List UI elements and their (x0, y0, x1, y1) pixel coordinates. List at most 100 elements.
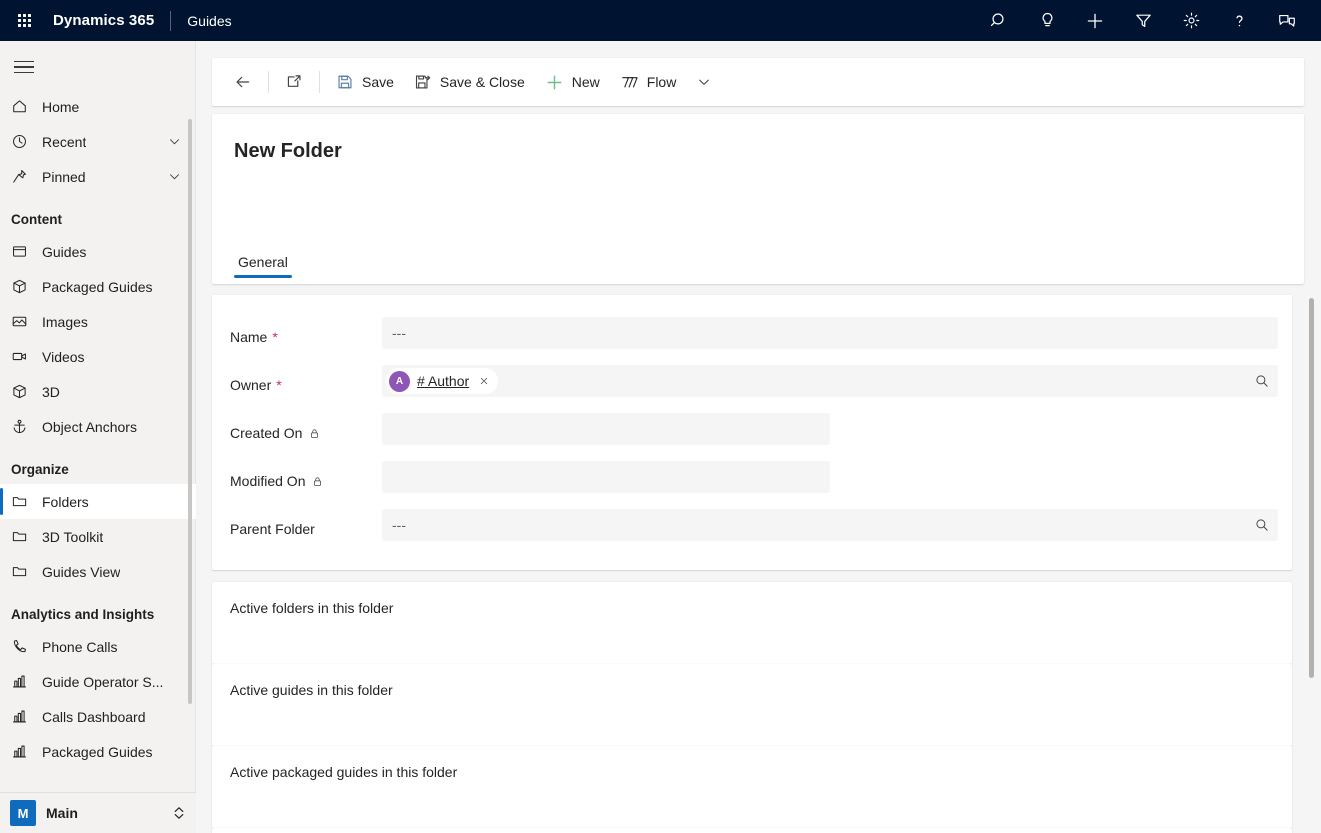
command-separator-2 (319, 71, 320, 93)
sidebar-item-packaged-guides[interactable]: Packaged Guides (0, 269, 196, 304)
field-input-owner[interactable]: A # Author (382, 365, 1278, 397)
form-scrollbar-thumb[interactable] (1309, 298, 1314, 678)
sidebar-group-analytics-and-insights: Analytics and Insights (0, 589, 196, 629)
save-and-close-button[interactable]: Save & Close (404, 62, 535, 102)
open-in-new-icon[interactable] (275, 62, 313, 102)
clock-icon (11, 132, 34, 152)
filter-icon[interactable] (1119, 0, 1167, 41)
sidebar: Home RecentPinnedContentGuides Packaged Gu… (0, 41, 196, 833)
sidebar-item-3d[interactable]: 3D (0, 374, 196, 409)
required-indicator: * (276, 378, 281, 392)
image-icon (11, 312, 34, 332)
package-icon (11, 277, 34, 297)
sidebar-group-organize: Organize (0, 444, 196, 484)
command-overflow-button[interactable] (686, 62, 722, 102)
back-button[interactable] (224, 62, 262, 102)
sidebar-item-calls-dashboard[interactable]: Calls Dashboard (0, 699, 196, 734)
app-name-label[interactable]: Guides (187, 13, 231, 29)
required-indicator: * (272, 330, 277, 344)
sidebar-item-home[interactable]: Home (0, 89, 196, 124)
sidebar-scrollbar-thumb[interactable] (188, 119, 192, 704)
chevron-down-icon[interactable] (167, 134, 182, 149)
sidebar-item-pinned[interactable]: Pinned (0, 159, 196, 194)
gear-icon[interactable] (1167, 0, 1215, 41)
owner-pill[interactable]: A # Author (386, 368, 498, 394)
sidebar-item-folders[interactable]: Folders (0, 484, 196, 519)
owner-pill-label[interactable]: # Author (417, 373, 469, 389)
hamburger-menu-icon[interactable] (0, 45, 48, 89)
save-button[interactable]: Save (326, 62, 404, 102)
home-icon (11, 97, 34, 117)
field-input-parent-folder[interactable]: --- (382, 509, 1278, 541)
field-label-parent-folder: Parent Folder (230, 509, 315, 549)
area-switcher-chevron-icon (172, 805, 186, 821)
anchor-icon (11, 417, 34, 437)
tab-general[interactable]: General (234, 240, 292, 284)
sidebar-item-label: Object Anchors (42, 419, 137, 435)
sidebar-item-recent[interactable]: Recent (0, 124, 196, 159)
lookup-search-icon[interactable] (1254, 373, 1270, 389)
sidebar-item-phone-calls[interactable]: Phone Calls (0, 629, 196, 664)
search-icon[interactable] (975, 0, 1023, 41)
field-row-name: Name * --- (212, 317, 1292, 357)
sidebar-item-guide-operator-s[interactable]: Guide Operator S... (0, 664, 196, 699)
cube-icon (11, 382, 34, 402)
area-switcher[interactable]: M Main (0, 792, 196, 833)
sidebar-item-label: Home (42, 99, 79, 115)
new-button[interactable]: New (535, 62, 610, 102)
brand-separator (170, 11, 171, 31)
chevron-down-icon[interactable] (167, 169, 182, 184)
subgrid-title: Active folders in this folder (230, 600, 393, 616)
page-title: New Folder (234, 140, 342, 163)
sidebar-item-label: Packaged Guides (42, 744, 153, 760)
sidebar-item-packaged-guides[interactable]: Packaged Guides (0, 734, 196, 769)
remove-owner-icon[interactable] (478, 375, 490, 387)
field-label-created-on: Created On (230, 413, 321, 453)
help-icon[interactable] (1215, 0, 1263, 41)
field-input-name[interactable]: --- (382, 317, 1278, 349)
sidebar-item-label: Packaged Guides (42, 279, 153, 295)
sidebar-nav-list: Home RecentPinnedContentGuides Packaged Gu… (0, 89, 196, 769)
subgrid-active-guides-in-this-folder[interactable]: Active guides in this folder (212, 664, 1292, 746)
feedback-icon[interactable] (1263, 0, 1311, 41)
subgrid-active-folders-in-this-folder[interactable]: Active folders in this folder (212, 582, 1292, 664)
flow-button[interactable]: Flow (610, 62, 687, 102)
sidebar-item-guides-view[interactable]: Guides View (0, 554, 196, 589)
sidebar-item-guides[interactable]: Guides (0, 234, 196, 269)
subgrid-active-packaged-guides-in-this-folder[interactable]: Active packaged guides in this folder (212, 746, 1292, 828)
tab-strip: General (234, 240, 292, 284)
sidebar-item-label: Videos (42, 349, 85, 365)
sidebar-item-label: 3D (42, 384, 60, 400)
sidebar-item-3d-toolkit[interactable]: 3D Toolkit (0, 519, 196, 554)
flow-button-label: Flow (647, 74, 677, 90)
lookup-search-icon[interactable] (1254, 517, 1270, 533)
field-label-text: Modified On (230, 473, 305, 489)
lightbulb-icon[interactable] (1023, 0, 1071, 41)
sidebar-item-videos[interactable]: Videos (0, 339, 196, 374)
lock-icon (308, 427, 321, 440)
field-input-created-on[interactable] (382, 413, 830, 445)
area-switcher-avatar: M (10, 800, 36, 826)
subgrid-title: Active packaged guides in this folder (230, 764, 457, 780)
field-row-parent-folder: Parent Folder --- (212, 509, 1292, 549)
top-navigation-bar: Dynamics 365 Guides (0, 0, 1321, 41)
folder-icon (11, 562, 34, 582)
field-input-modified-on[interactable] (382, 461, 830, 493)
hamburger-lines (14, 57, 34, 77)
area-switcher-label: Main (46, 805, 78, 821)
brand-title[interactable]: Dynamics 365 (53, 12, 154, 29)
sidebar-item-label: Calls Dashboard (42, 709, 146, 725)
field-label-owner: Owner* (230, 365, 282, 405)
sidebar-item-images[interactable]: Images (0, 304, 196, 339)
subgrid-active-images-in-this-folder[interactable]: Active images in this folder (212, 828, 1292, 833)
video-icon (11, 347, 34, 367)
save-and-close-button-label: Save & Close (440, 74, 525, 90)
plus-icon[interactable] (1071, 0, 1119, 41)
app-launcher-icon[interactable] (0, 0, 48, 41)
sidebar-group-content: Content (0, 194, 196, 234)
top-bar-actions (975, 0, 1321, 41)
field-label-text: Name (230, 329, 267, 345)
avatar: A (389, 371, 410, 392)
form-scroll-region: Name * --- Owner* A # Author Created On Modifie… (196, 290, 1321, 833)
sidebar-item-object-anchors[interactable]: Object Anchors (0, 409, 196, 444)
